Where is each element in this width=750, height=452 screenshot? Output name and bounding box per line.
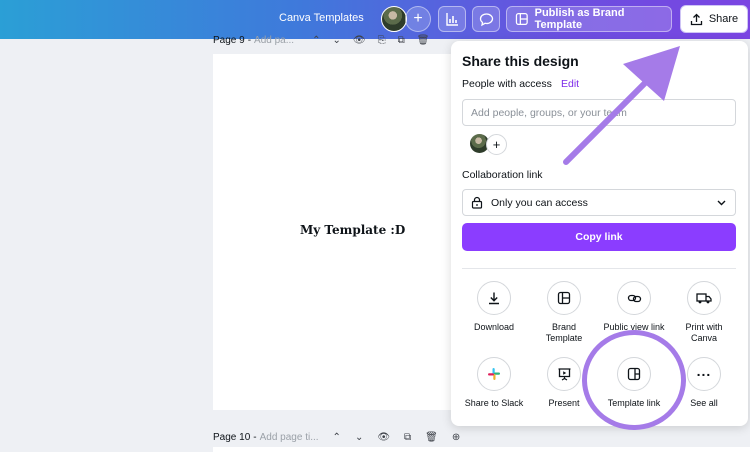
annotation-arrow [563,46,680,165]
